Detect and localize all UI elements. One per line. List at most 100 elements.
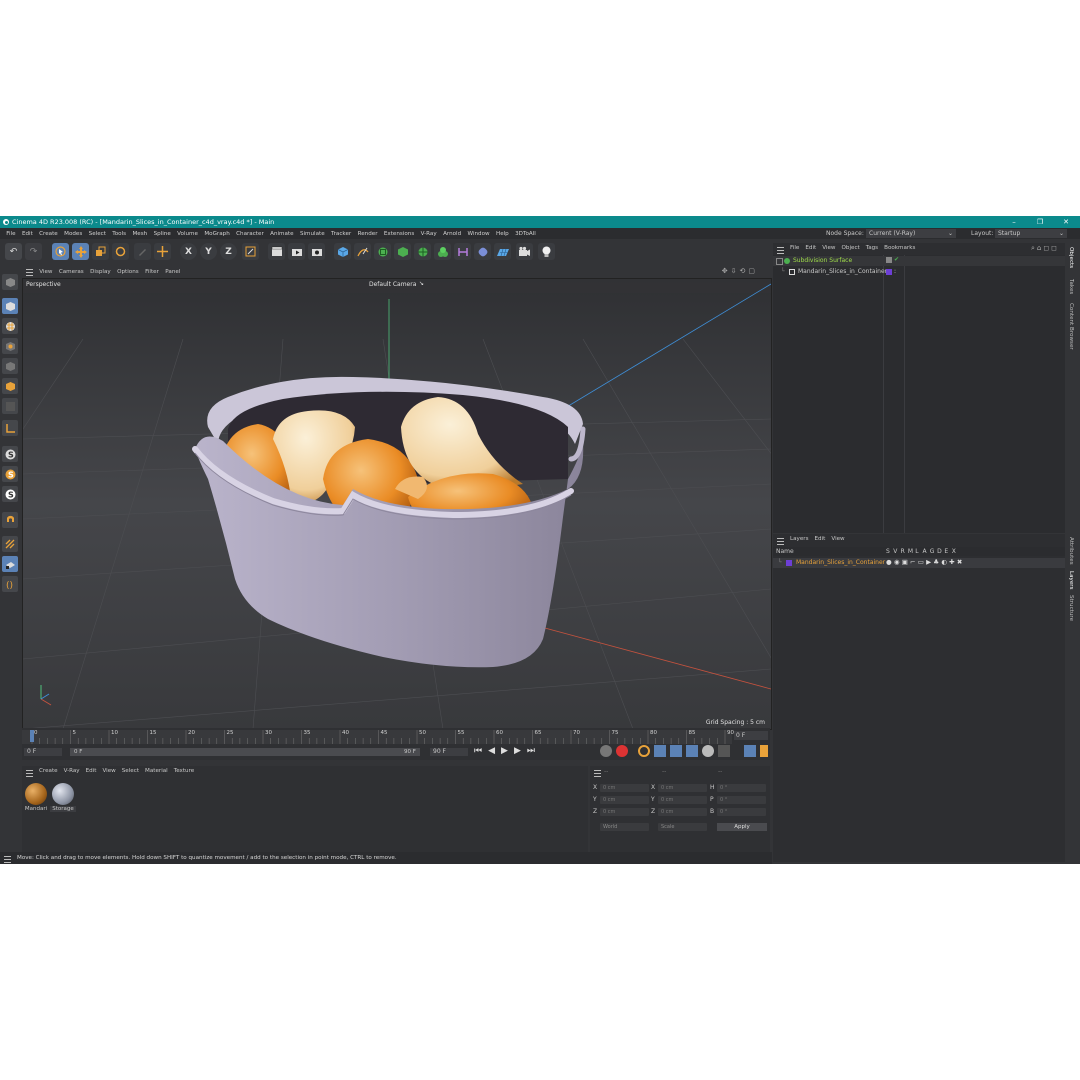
- minimize-button[interactable]: –: [1004, 216, 1024, 228]
- side-tab-objects[interactable]: Objects: [1068, 247, 1074, 268]
- scale-key-icon[interactable]: [670, 745, 682, 757]
- render-to-picture-viewer-button[interactable]: [288, 243, 305, 260]
- pos-z-field[interactable]: 0 cm: [600, 808, 649, 816]
- maximize-button[interactable]: ❐: [1030, 216, 1050, 228]
- current-frame-field[interactable]: 0 F: [734, 731, 768, 740]
- rotate-tool-button[interactable]: [112, 243, 129, 260]
- parameter-key-icon[interactable]: [702, 745, 714, 757]
- viewport-menu-view[interactable]: View: [36, 267, 56, 278]
- layer-name[interactable]: Mandarin_Slices_in_Container: [796, 559, 885, 566]
- camera-button[interactable]: [516, 243, 533, 260]
- material-menu-create[interactable]: Create: [36, 768, 61, 774]
- object-menu-edit[interactable]: Edit: [802, 245, 819, 251]
- 3d-viewport[interactable]: Perspective Default Camera ↘ Grid Spacin…: [22, 278, 772, 730]
- pen-spline-button[interactable]: [354, 243, 371, 260]
- timeline-window-icon[interactable]: [760, 745, 768, 757]
- coordinate-scale-dropdown[interactable]: Scale: [658, 823, 707, 831]
- record-key-icon[interactable]: [600, 745, 612, 757]
- workplane-mode-button[interactable]: [2, 338, 18, 354]
- z-axis-lock-button[interactable]: Z: [220, 243, 237, 260]
- material-swatch[interactable]: Storage: [50, 782, 76, 816]
- rot-p-field[interactable]: 0 °: [717, 796, 766, 804]
- object-menu-view[interactable]: View: [819, 245, 838, 251]
- generator-button[interactable]: [394, 243, 411, 260]
- edges-mode-button[interactable]: [2, 378, 18, 394]
- texture-mode-button[interactable]: [2, 318, 18, 334]
- mograph-cloner-button[interactable]: [414, 243, 431, 260]
- interpolation-icon[interactable]: [744, 745, 756, 757]
- size-x-field[interactable]: 0 cm: [658, 784, 707, 792]
- solo-hierarchy-button[interactable]: S: [2, 486, 18, 502]
- close-button[interactable]: ✕: [1056, 216, 1076, 228]
- side-tab-content-browser[interactable]: Content Browser: [1068, 303, 1074, 350]
- viewport-menu-icon[interactable]: [26, 269, 33, 276]
- layer-flag-icons[interactable]: ●◉▣⌐▭▶♣◐✚✖: [886, 558, 964, 566]
- viewport-menu-display[interactable]: Display: [87, 267, 114, 278]
- scale-tool-button[interactable]: [92, 243, 109, 260]
- size-y-field[interactable]: 0 cm: [658, 796, 707, 804]
- mograph-fracture-button[interactable]: [434, 243, 451, 260]
- light-button[interactable]: [538, 243, 555, 260]
- points-mode-button[interactable]: [2, 358, 18, 374]
- viewport-menu-cameras[interactable]: Cameras: [56, 267, 87, 278]
- coordinate-menu-icon[interactable]: [594, 770, 601, 777]
- material-menu-material[interactable]: Material: [142, 768, 171, 774]
- render-view-button[interactable]: [268, 243, 285, 260]
- material-menu-edit[interactable]: Edit: [83, 768, 100, 774]
- subdivision-surface-button[interactable]: [374, 243, 391, 260]
- layer-color-chip[interactable]: [786, 560, 792, 566]
- pos-y-field[interactable]: 0 cm: [600, 796, 649, 804]
- solo-button[interactable]: S: [2, 466, 18, 482]
- object-menu-tags[interactable]: Tags: [863, 245, 881, 251]
- playback-controls[interactable]: ⏮◀▶▶⏭: [474, 746, 541, 756]
- workplane-lock-button[interactable]: [2, 556, 18, 572]
- side-tab-layers[interactable]: Layers: [1068, 571, 1074, 590]
- viewport-navigation-icons[interactable]: ✥⇩⟲▢: [722, 266, 758, 277]
- object-row[interactable]: Subdivision Surface ✔: [773, 256, 1065, 266]
- axis-mode-button[interactable]: [2, 420, 18, 436]
- object-search-icon[interactable]: ⌕⌂◻◻: [1031, 244, 1059, 253]
- material-menu-select[interactable]: Select: [119, 768, 142, 774]
- field-button[interactable]: [474, 243, 491, 260]
- object-row[interactable]: └ Mandarin_Slices_in_Container :: [773, 267, 1065, 277]
- keyframe-selection-icon[interactable]: [638, 745, 650, 757]
- material-menu-view[interactable]: View: [99, 768, 118, 774]
- coordinate-system-button[interactable]: [242, 243, 259, 260]
- cube-object-button[interactable]: [334, 243, 351, 260]
- start-frame-field[interactable]: 0 F: [24, 748, 62, 756]
- material-swatch[interactable]: Mandari: [24, 782, 48, 816]
- polygons-mode-button[interactable]: [2, 398, 18, 414]
- autokey-icon[interactable]: [616, 745, 628, 757]
- layer-color-chip[interactable]: [886, 269, 892, 275]
- viewport-camera-label[interactable]: Default Camera: [369, 281, 416, 288]
- size-z-field[interactable]: 0 cm: [658, 808, 707, 816]
- layer-menu-layers[interactable]: Layers: [787, 536, 812, 542]
- undo-button[interactable]: ↶: [5, 243, 22, 260]
- floor-button[interactable]: [494, 243, 511, 260]
- layout-dropdown[interactable]: Startup ⌄: [995, 229, 1067, 238]
- rot-b-field[interactable]: 0 °: [717, 808, 766, 816]
- move-tool-button[interactable]: [72, 243, 89, 260]
- live-selection-button[interactable]: [52, 243, 69, 260]
- snap-button[interactable]: S: [2, 446, 18, 462]
- y-axis-lock-button[interactable]: Y: [200, 243, 217, 260]
- camera-arrow-icon[interactable]: ↘: [419, 280, 424, 287]
- expand-icon[interactable]: [776, 258, 783, 265]
- side-tab-takes[interactable]: Takes: [1068, 279, 1074, 294]
- layer-row[interactable]: └ Mandarin_Slices_in_Container ●◉▣⌐▭▶♣◐✚…: [773, 558, 1065, 568]
- rotation-key-icon[interactable]: [686, 745, 698, 757]
- render-settings-button[interactable]: [308, 243, 325, 260]
- material-menu-texture[interactable]: Texture: [171, 768, 197, 774]
- timeline-toggle-button[interactable]: (): [2, 576, 18, 592]
- side-tab-attributes[interactable]: Attributes: [1068, 537, 1074, 565]
- make-editable-button[interactable]: [2, 274, 18, 290]
- side-tab-structure[interactable]: Structure: [1068, 595, 1074, 621]
- viewport-menu-options[interactable]: Options: [114, 267, 142, 278]
- enabled-check-icon[interactable]: ✔: [894, 256, 899, 263]
- viewport-menu-panel[interactable]: Panel: [162, 267, 183, 278]
- material-menu-icon[interactable]: [26, 770, 33, 777]
- pos-x-field[interactable]: 0 cm: [600, 784, 649, 792]
- point-level-key-icon[interactable]: [718, 745, 730, 757]
- x-axis-lock-button[interactable]: X: [180, 243, 197, 260]
- viewport-menu-filter[interactable]: Filter: [142, 267, 162, 278]
